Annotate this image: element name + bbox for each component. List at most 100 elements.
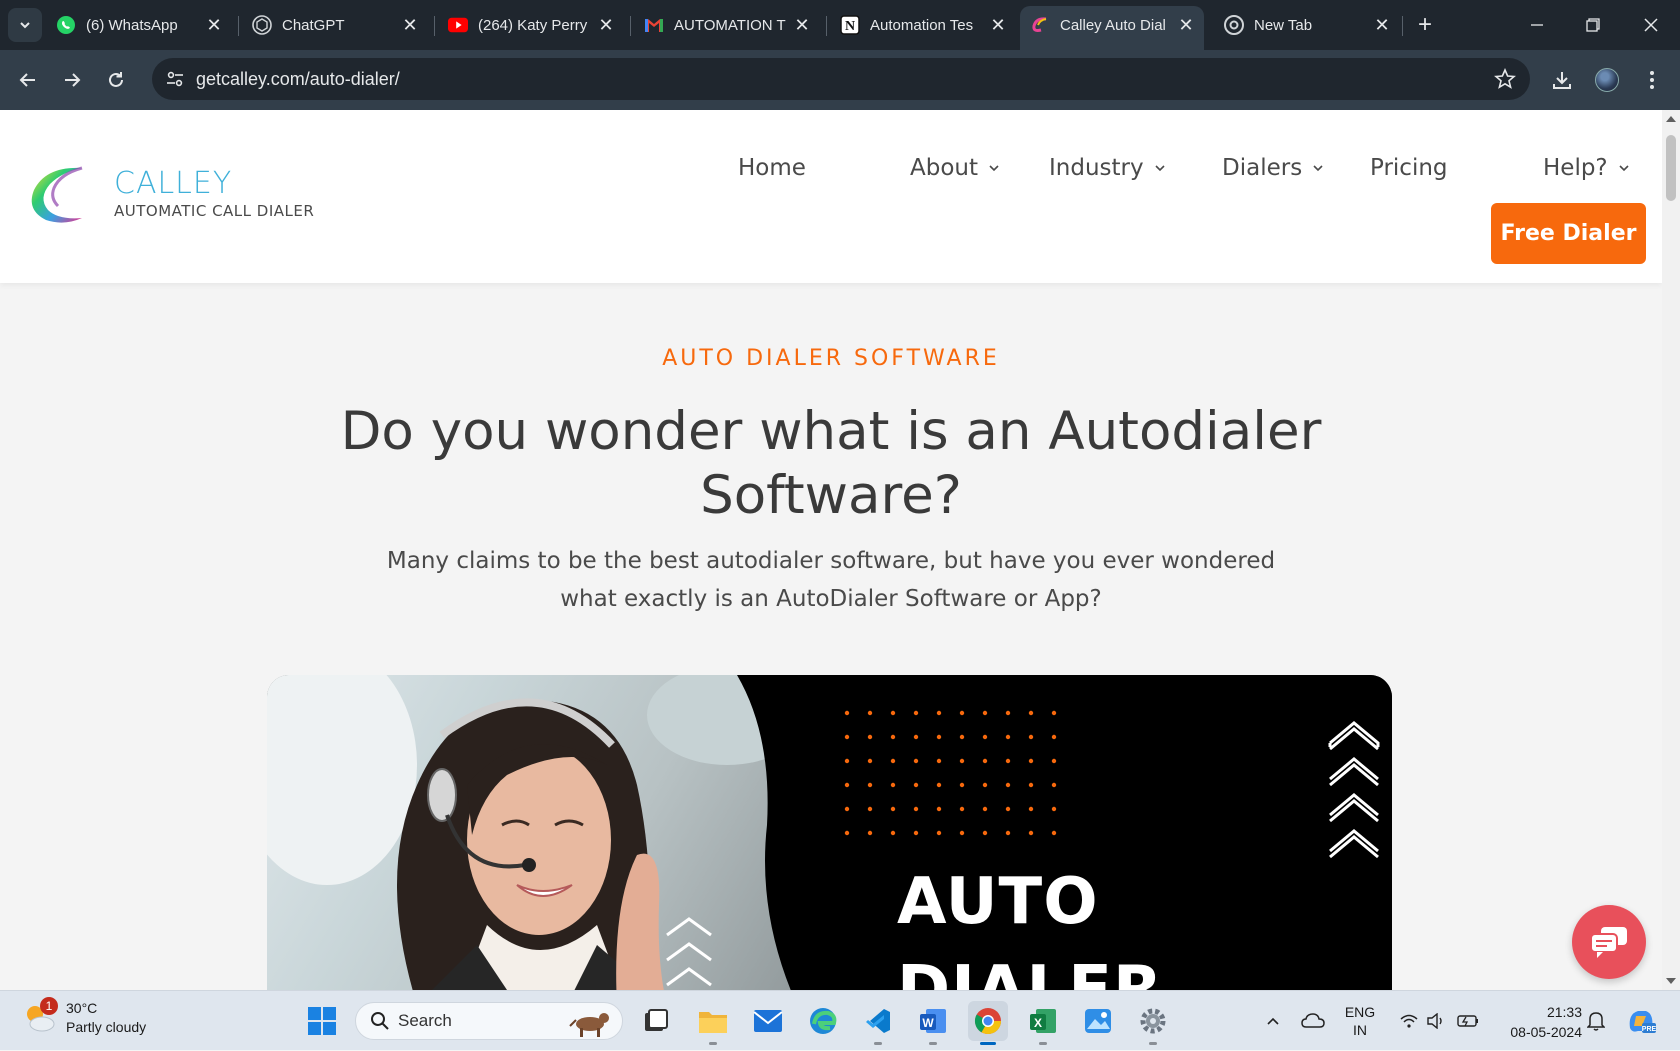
weather-temp: 30°C: [66, 1000, 98, 1016]
excel-button[interactable]: X: [1023, 1001, 1063, 1045]
task-view-button[interactable]: [636, 1001, 676, 1041]
copilot-button[interactable]: PRE: [1624, 991, 1658, 1051]
folder-icon: [699, 1012, 727, 1033]
edge-button[interactable]: [803, 1001, 843, 1041]
vscode-button[interactable]: [858, 1001, 898, 1045]
close-icon[interactable]: ✕: [1176, 15, 1196, 35]
start-button[interactable]: [302, 1001, 342, 1041]
notification-badge: 1: [40, 997, 58, 1015]
scroll-up-icon[interactable]: [1666, 116, 1676, 122]
bookmark-star-icon[interactable]: [1494, 67, 1516, 95]
chevron-down-icon: [20, 22, 30, 29]
tab-gmail[interactable]: AUTOMATION T ✕: [634, 6, 820, 44]
close-icon[interactable]: ✕: [1372, 15, 1392, 35]
back-button[interactable]: [10, 62, 46, 98]
notion-icon: N: [840, 15, 860, 35]
vscode-icon: [866, 1009, 890, 1033]
excel-icon: X: [1030, 1009, 1056, 1033]
close-icon[interactable]: ✕: [400, 15, 420, 35]
chrome-button[interactable]: [968, 1001, 1008, 1045]
scroll-down-icon[interactable]: [1666, 978, 1676, 984]
tab-calley[interactable]: Calley Auto Dial ✕: [1020, 6, 1204, 50]
tab-title: AUTOMATION T: [674, 16, 786, 34]
downloads-button[interactable]: [1544, 62, 1580, 98]
tab-whatsapp[interactable]: (6) WhatsApp ✕: [46, 6, 232, 44]
weather-widget[interactable]: 1 30°C Partly cloudy: [22, 997, 146, 1037]
speaker-icon: [1427, 1013, 1442, 1029]
close-icon[interactable]: ✕: [988, 15, 1008, 35]
photos-button[interactable]: [1078, 1001, 1118, 1041]
tab-title: (264) Katy Perry: [478, 16, 588, 34]
nav-pricing[interactable]: Pricing: [1370, 146, 1448, 190]
taskbar: 1 30°C Partly cloudy Search W X ENG IN 2…: [0, 990, 1680, 1050]
profile-button[interactable]: [1589, 62, 1625, 98]
svg-text:X: X: [1034, 1016, 1042, 1030]
url-text[interactable]: getcalley.com/auto-dialer/: [196, 69, 400, 90]
language-line2: IN: [1353, 1022, 1367, 1038]
tab-notion[interactable]: N Automation Tes ✕: [830, 6, 1016, 44]
avatar: [1595, 68, 1619, 92]
volume-status[interactable]: [1425, 991, 1447, 1051]
close-icon[interactable]: ✕: [596, 15, 616, 35]
battery-status[interactable]: [1455, 991, 1481, 1051]
onedrive-button[interactable]: [1300, 991, 1326, 1051]
copilot-icon: PRE: [1629, 1011, 1656, 1033]
word-icon: W: [920, 1009, 946, 1033]
settings-button[interactable]: [1133, 1001, 1173, 1045]
file-explorer-button[interactable]: [693, 1001, 733, 1045]
mail-icon: [753, 1010, 783, 1032]
nav-home[interactable]: Home: [738, 146, 806, 190]
cloud-icon: [1301, 1013, 1325, 1028]
notifications-button[interactable]: [1584, 991, 1608, 1051]
svg-text:PRE: PRE: [1642, 1026, 1656, 1033]
arrow-right-icon: [65, 73, 81, 87]
free-dialer-button[interactable]: Free Dialer: [1491, 203, 1646, 264]
logo-name: CALLEY: [114, 166, 233, 201]
reload-button[interactable]: [98, 62, 134, 98]
tab-title: (6) WhatsApp: [86, 16, 178, 34]
hero-kicker: AUTO DIALER SOFTWARE: [662, 346, 1000, 371]
gear-icon: [1140, 1008, 1166, 1034]
language-indicator[interactable]: ENG IN: [1340, 991, 1380, 1051]
taskbar-search[interactable]: Search: [355, 1002, 623, 1040]
tab-new-tab[interactable]: New Tab ✕: [1214, 6, 1400, 44]
system-clock[interactable]: 21:33 08-05-2024: [1496, 1002, 1582, 1042]
menu-button[interactable]: [1634, 62, 1670, 98]
restore-button[interactable]: [1570, 8, 1616, 42]
search-icon: [371, 1012, 389, 1030]
forward-button[interactable]: [54, 62, 90, 98]
scrollbar-thumb[interactable]: [1666, 135, 1676, 201]
chat-widget-button[interactable]: [1572, 905, 1646, 979]
site-info-icon[interactable]: [154, 58, 196, 100]
word-button[interactable]: W: [913, 1001, 953, 1045]
tab-search-button[interactable]: [8, 8, 42, 42]
reload-icon: [109, 72, 123, 87]
nav-label: Pricing: [1370, 155, 1448, 181]
site-logo[interactable]: CALLEY AUTOMATIC CALL DIALER: [24, 162, 314, 226]
restore-icon: [1586, 18, 1600, 32]
browser-toolbar: getcalley.com/auto-dialer/: [0, 50, 1680, 110]
clock-date: 08-05-2024: [1510, 1024, 1582, 1040]
close-window-button[interactable]: [1628, 8, 1674, 42]
wifi-status[interactable]: [1398, 991, 1420, 1051]
tab-youtube[interactable]: (264) Katy Perry ✕: [438, 6, 624, 44]
tab-title: Calley Auto Dial: [1060, 16, 1166, 34]
nav-help[interactable]: Help?: [1543, 146, 1630, 190]
new-tab-button[interactable]: +: [1410, 10, 1440, 40]
close-icon[interactable]: ✕: [204, 15, 224, 35]
close-icon[interactable]: ✕: [792, 15, 812, 35]
task-view-icon: [645, 1009, 668, 1031]
whatsapp-icon: [56, 15, 76, 35]
search-highlight-icon: [569, 1013, 609, 1037]
nav-industry[interactable]: Industry: [1049, 146, 1166, 190]
nav-about[interactable]: About: [910, 146, 1000, 190]
minimize-button[interactable]: [1514, 8, 1560, 42]
show-hidden-icons-button[interactable]: [1262, 991, 1284, 1051]
mail-button[interactable]: [748, 1001, 788, 1041]
tab-chatgpt[interactable]: ChatGPT ✕: [242, 6, 428, 44]
banner-word-dialer: DIALER: [897, 953, 1164, 990]
page-scrollbar[interactable]: [1662, 110, 1680, 990]
svg-text:N: N: [845, 19, 855, 34]
nav-dialers[interactable]: Dialers: [1222, 146, 1324, 190]
address-bar[interactable]: getcalley.com/auto-dialer/: [152, 58, 1530, 100]
